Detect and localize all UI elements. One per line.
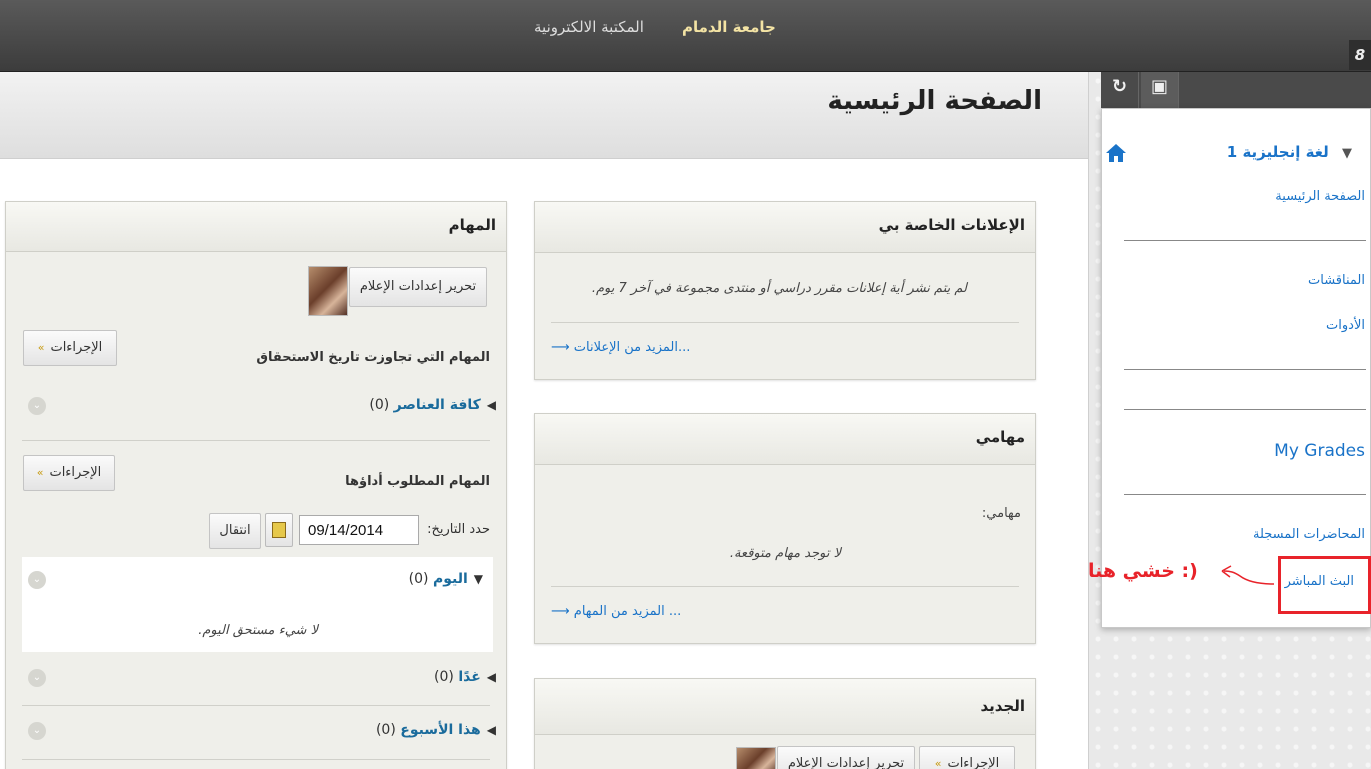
divider	[22, 759, 490, 760]
divider	[22, 705, 490, 706]
annotation-text: خشي هنا :)	[1088, 560, 1198, 582]
module-title[interactable]: مهامي	[976, 428, 1025, 446]
page-title: الصفحة الرئيسية	[827, 86, 1042, 116]
more-announcements-link[interactable]: ⟶ المزيد من الإعلانات...	[551, 340, 690, 355]
my-tasks-module: مهامي مهامي: لا توجد مهام متوقعة. ⟶ المز…	[534, 413, 1036, 644]
actions-label: الإجراءات	[947, 756, 1000, 769]
divider	[551, 322, 1019, 323]
menu-divider	[1124, 369, 1366, 370]
course-menu: ▼ لغة إنجليزية 1 الصفحة الرئيسية المناقش…	[1101, 108, 1371, 628]
actions-button[interactable]: الإجراءات »	[23, 455, 115, 491]
group-count: (0)	[375, 722, 396, 738]
module-header: المهام	[6, 202, 506, 252]
menu-item-discussions[interactable]: المناقشات	[1308, 273, 1365, 288]
menu-divider	[1124, 240, 1366, 241]
course-menu-title[interactable]: ▼ لغة إنجليزية 1	[1227, 143, 1352, 161]
menu-toggle-icon[interactable]: 8	[1349, 40, 1371, 70]
group-label: ▼ اليوم (0)	[409, 571, 483, 587]
more-link-label: المزيد من المهام ...	[573, 604, 682, 619]
date-input[interactable]	[299, 515, 419, 545]
edit-notification-settings-button[interactable]: تحرير إعدادات الإعلام	[777, 746, 915, 769]
group-tomorrow[interactable]: ◀ غدًا (0) ⌄	[6, 661, 506, 697]
tab-library[interactable]: المكتبة الالكترونية	[534, 18, 644, 36]
actions-button[interactable]: الإجراءات »	[23, 330, 117, 366]
actions-label: الإجراءات	[50, 340, 103, 355]
menu-divider	[1124, 494, 1366, 495]
course-view-icon[interactable]: ▣	[1141, 72, 1179, 108]
tasks-module: المهام تحرير إعدادات الإعلام المهام التي…	[5, 201, 507, 769]
divider	[22, 440, 490, 441]
course-name: لغة إنجليزية 1	[1226, 143, 1329, 161]
divider	[551, 586, 1019, 587]
more-link-label: المزيد من الإعلانات...	[573, 340, 691, 355]
home-icon[interactable]	[1104, 142, 1128, 164]
select-date-label: حدد التاريخ:	[427, 522, 490, 537]
chevron-down-icon: »	[37, 341, 45, 354]
group-label: ◀ هذا الأسبوع (0)	[376, 722, 496, 738]
empty-message: لا توجد مهام متوقعة.	[729, 546, 841, 561]
group-all-items[interactable]: ◀ كافة العناصر (0) ⌄	[6, 389, 506, 425]
tab-institution[interactable]: جامعة الدمام	[682, 18, 776, 36]
tasks-label: مهامي:	[981, 506, 1021, 521]
group-label: ◀ كافة العناصر (0)	[369, 397, 496, 413]
page-header: الصفحة الرئيسية	[0, 72, 1088, 159]
group-label: ◀ غدًا (0)	[434, 669, 496, 685]
chevron-down-icon: ▼	[1342, 146, 1352, 161]
chevron-down-icon[interactable]: ⌄	[28, 669, 46, 687]
go-button[interactable]: انتقال	[209, 513, 261, 549]
more-tasks-link[interactable]: ⟶ المزيد من المهام ...	[551, 604, 681, 619]
module-title[interactable]: الإعلانات الخاصة بي	[879, 216, 1025, 234]
group-name: اليوم	[432, 571, 468, 587]
group-name: هذا الأسبوع	[400, 722, 481, 738]
chevron-down-icon[interactable]: ⌄	[28, 571, 46, 589]
chevron-down-icon: »	[36, 466, 44, 479]
actions-label: الإجراءات	[49, 465, 102, 480]
expand-arrow-icon: ◀	[486, 723, 496, 737]
course-menu-toolbar: ↻ ▣	[1101, 72, 1371, 108]
edit-notification-settings-button[interactable]: تحرير إعدادات الإعلام	[349, 267, 487, 307]
overdue-tasks-title: المهام التي تجاوزت تاريخ الاستحقاق	[256, 350, 490, 365]
actions-button[interactable]: الإجراءات »	[919, 746, 1015, 769]
calendar-icon[interactable]	[265, 513, 293, 547]
group-name: كافة العناصر	[393, 397, 481, 413]
group-count: (0)	[408, 571, 429, 587]
group-today[interactable]: ▼ اليوم (0) ⌄	[22, 563, 493, 599]
collapse-arrow-icon: ▼	[473, 572, 483, 586]
menu-item-my-grades[interactable]: My Grades	[1274, 441, 1365, 461]
group-count: (0)	[369, 397, 390, 413]
top-navigation-bar: جامعة الدمام المكتبة الالكترونية 8	[0, 0, 1371, 72]
arrow-annotation-icon	[1221, 565, 1275, 585]
chevron-down-icon[interactable]: ⌄	[28, 397, 46, 415]
avatar	[308, 266, 348, 316]
avatar	[736, 747, 776, 769]
menu-item-home[interactable]: الصفحة الرئيسية	[1275, 189, 1365, 204]
whats-new-module: الجديد الإجراءات » تحرير إعدادات الإعلام	[534, 678, 1036, 769]
module-header: الإعلانات الخاصة بي	[535, 202, 1035, 253]
empty-message: لم يتم نشر أية إعلانات مقرر دراسي أو منت…	[591, 281, 967, 296]
module-title[interactable]: الجديد	[980, 697, 1025, 715]
empty-message: لا شيء مستحق اليوم.	[198, 623, 318, 638]
today-group: ▼ اليوم (0) ⌄ لا شيء مستحق اليوم.	[22, 557, 493, 652]
expand-arrow-icon: ◀	[486, 670, 496, 684]
menu-divider	[1124, 409, 1366, 410]
group-count: (0)	[434, 669, 454, 685]
module-header: الجديد	[535, 679, 1035, 735]
module-title[interactable]: المهام	[449, 216, 496, 234]
module-header: مهامي	[535, 414, 1035, 465]
expand-arrow-icon: ◀	[486, 398, 496, 412]
menu-item-recorded-lectures[interactable]: المحاضرات المسجلة	[1253, 527, 1365, 542]
due-tasks-title: المهام المطلوب أداؤها	[345, 474, 490, 489]
menu-item-tools[interactable]: الأدوات	[1326, 318, 1365, 333]
chevron-down-icon[interactable]: ⌄	[28, 722, 46, 740]
chevron-down-icon: »	[934, 757, 942, 769]
group-this-week[interactable]: ◀ هذا الأسبوع (0) ⌄	[6, 714, 506, 750]
refresh-icon[interactable]: ↻	[1101, 72, 1139, 108]
group-name: غدًا	[458, 669, 481, 685]
announcements-module: الإعلانات الخاصة بي لم يتم نشر أية إعلان…	[534, 201, 1036, 380]
highlight-box	[1278, 556, 1371, 614]
